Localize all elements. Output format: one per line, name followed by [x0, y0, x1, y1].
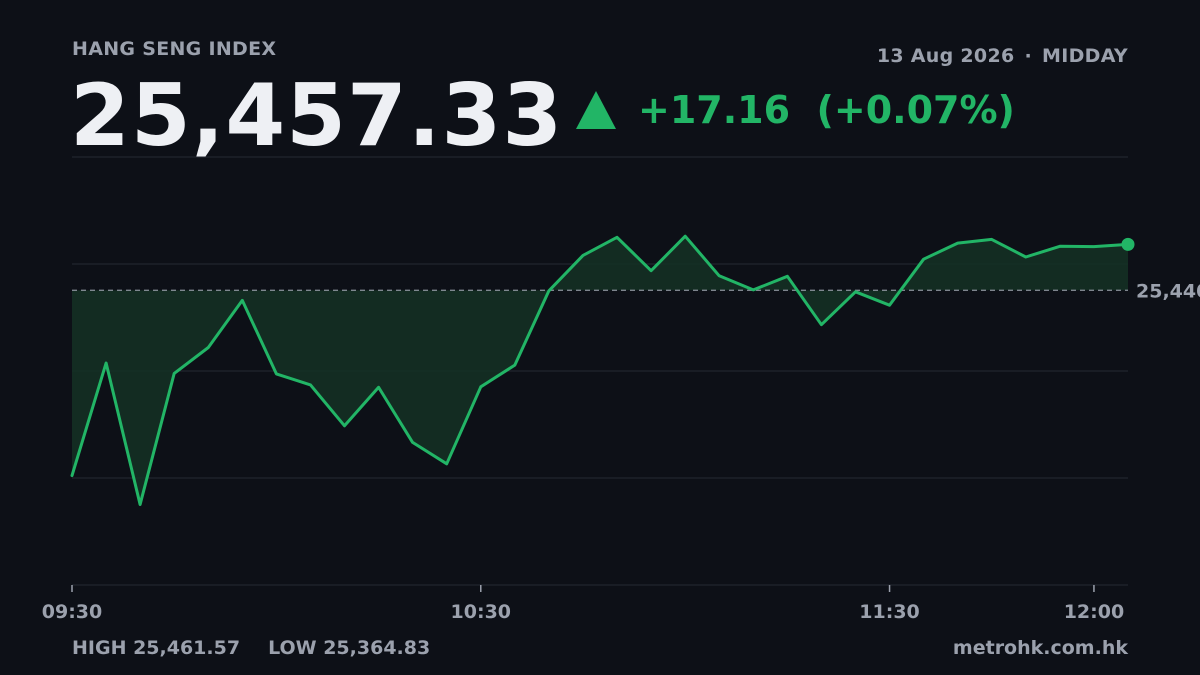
area-fill [72, 236, 1128, 505]
x-tick-label: 12:00 [1064, 601, 1124, 623]
x-tick-label: 10:30 [451, 601, 511, 623]
day-high: HIGH 25,461.57 [72, 637, 241, 659]
last-point-marker [1121, 237, 1135, 251]
previous-close-label: 25,440 [1136, 280, 1200, 302]
intraday-chart: 25,440 09:30 10:30 11:30 12:00 [42, 156, 1200, 623]
day-low: LOW 25,364.83 [268, 637, 431, 659]
source-label: metrohk.com.hk [952, 637, 1128, 659]
day-range: HIGH 25,461.57 LOW 25,364.83 [72, 637, 430, 659]
x-tick-label: 09:30 [42, 601, 102, 623]
x-tick-label: 11:30 [859, 601, 919, 623]
